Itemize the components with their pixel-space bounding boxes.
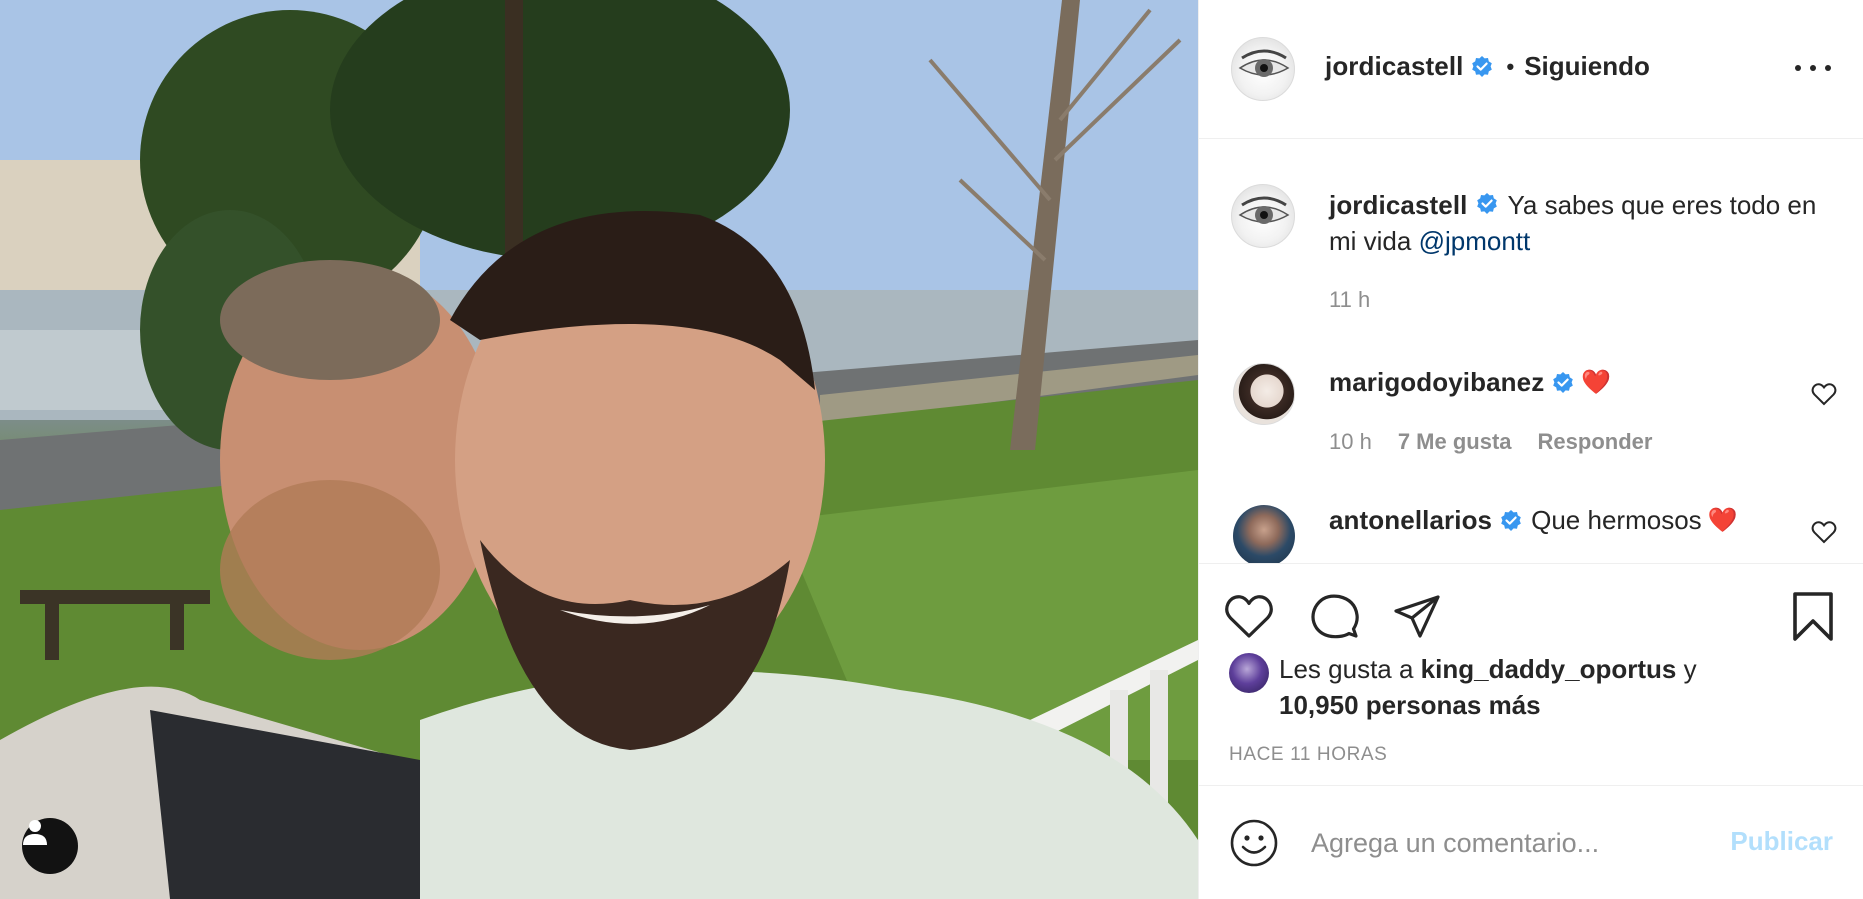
comment-meta: 10 h 7 Me gusta Responder bbox=[1329, 429, 1652, 455]
comment-icon[interactable] bbox=[1309, 591, 1361, 643]
comment-username[interactable]: marigodoyibanez bbox=[1329, 367, 1544, 398]
comment-avatar[interactable] bbox=[1233, 363, 1295, 425]
user-tag-icon bbox=[23, 820, 47, 845]
post-photo[interactable] bbox=[0, 0, 1198, 899]
caption-username[interactable]: jordicastell bbox=[1329, 190, 1467, 220]
comment-input[interactable] bbox=[1309, 812, 1733, 874]
eye-avatar-image bbox=[1238, 196, 1290, 224]
publish-button[interactable]: Publicar bbox=[1730, 826, 1833, 857]
more-options-icon[interactable] bbox=[1795, 56, 1831, 80]
header-user-line: jordicastell • Siguiendo bbox=[1325, 51, 1650, 82]
reply-button[interactable]: Responder bbox=[1538, 429, 1653, 455]
comment-item: marigodoyibanez ❤️ bbox=[1329, 367, 1611, 398]
likes-joiner: y bbox=[1683, 654, 1697, 684]
comments-list[interactable]: jordicastell Ya sabes que eres todo en mi… bbox=[1199, 139, 1863, 563]
eye-avatar-image bbox=[1238, 49, 1290, 77]
author-username[interactable]: jordicastell bbox=[1325, 51, 1463, 82]
red-heart-emoji: ❤️ bbox=[1707, 507, 1738, 534]
send-icon[interactable] bbox=[1391, 591, 1443, 643]
caption-author-avatar[interactable] bbox=[1231, 184, 1295, 248]
likes-prefix: Les gusta a bbox=[1279, 654, 1414, 684]
comment-heart-icon[interactable] bbox=[1811, 382, 1837, 406]
user-tag-button[interactable] bbox=[22, 818, 78, 874]
comment-likes-count[interactable]: 7 Me gusta bbox=[1398, 429, 1512, 455]
photo-illustration bbox=[0, 0, 1198, 899]
red-heart-emoji: ❤️ bbox=[1581, 369, 1612, 396]
post-caption: jordicastell Ya sabes que eres todo en mi… bbox=[1329, 187, 1839, 259]
other-likes-link[interactable]: 10,950 personas más bbox=[1279, 690, 1541, 720]
post-timestamp[interactable]: HACE 11 HORAS bbox=[1229, 744, 1387, 766]
verified-badge-icon bbox=[1501, 509, 1521, 531]
comment-heart-icon[interactable] bbox=[1811, 520, 1837, 544]
likes-text: Les gusta a king_daddy_oportus y 10,950 … bbox=[1279, 651, 1839, 723]
first-liker-link[interactable]: king_daddy_oportus bbox=[1421, 654, 1677, 684]
verified-badge-icon bbox=[1477, 193, 1498, 215]
verified-badge-icon bbox=[1472, 55, 1493, 77]
heart-icon[interactable] bbox=[1223, 591, 1275, 643]
emoji-icon[interactable] bbox=[1229, 818, 1279, 868]
bookmark-icon[interactable] bbox=[1787, 591, 1839, 643]
comment-time[interactable]: 10 h bbox=[1329, 429, 1372, 455]
caption-time[interactable]: 11 h bbox=[1329, 287, 1370, 313]
post-header: jordicastell • Siguiendo bbox=[1199, 0, 1863, 139]
post-actions: Les gusta a king_daddy_oportus y 10,950 … bbox=[1199, 563, 1863, 785]
header-separator: • bbox=[1506, 53, 1515, 79]
comment-text: Que hermosos bbox=[1531, 505, 1702, 535]
caption-mention-link[interactable]: @jpmontt bbox=[1419, 226, 1531, 256]
instagram-post: jordicastell • Siguiendo jordicastell Ya… bbox=[0, 0, 1863, 899]
comment-username[interactable]: antonellarios bbox=[1329, 505, 1492, 536]
author-avatar[interactable] bbox=[1231, 37, 1295, 101]
comment-item: antonellarios Que hermosos ❤️ bbox=[1329, 505, 1738, 536]
comment-avatar[interactable] bbox=[1233, 505, 1295, 563]
verified-badge-icon bbox=[1553, 371, 1574, 393]
post-side-panel: jordicastell • Siguiendo jordicastell Ya… bbox=[1198, 0, 1863, 899]
following-button[interactable]: Siguiendo bbox=[1524, 51, 1650, 82]
liker-avatar[interactable] bbox=[1229, 653, 1269, 693]
add-comment-bar: Publicar bbox=[1199, 785, 1863, 899]
